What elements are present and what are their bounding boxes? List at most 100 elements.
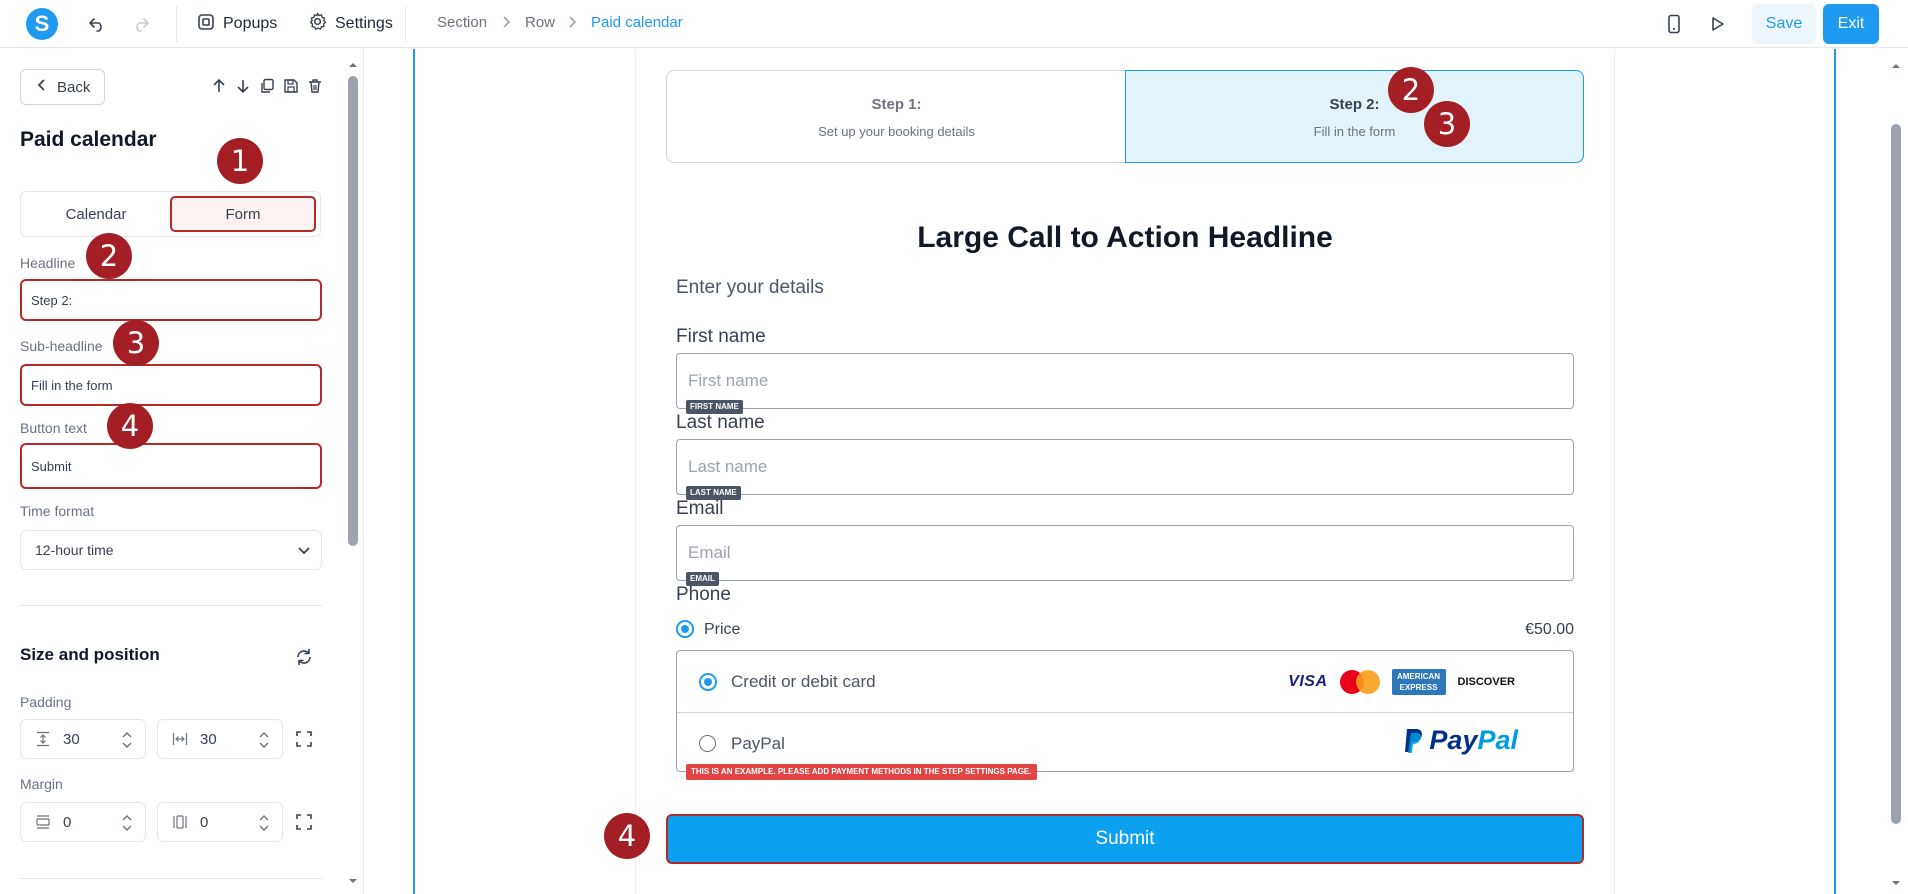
padding-horizontal-value: 30 xyxy=(200,730,217,748)
stepper-icon[interactable] xyxy=(121,730,133,754)
submit-button[interactable]: Submit xyxy=(666,814,1584,864)
annotation-marker-4: 4 xyxy=(604,813,650,859)
margin-horizontal-input[interactable]: 0 xyxy=(157,802,283,842)
margin-vertical-icon xyxy=(33,812,53,832)
column-border-right xyxy=(1614,49,1615,894)
margin-vertical-value: 0 xyxy=(63,813,72,831)
row-border-left xyxy=(413,49,415,894)
stepper-icon[interactable] xyxy=(121,813,133,837)
popup-icon xyxy=(197,13,215,36)
row-border-right xyxy=(1834,49,1836,894)
payment-card-option[interactable]: Credit or debit card VISA AMERICAN EXPRES… xyxy=(677,651,1573,712)
app-logo[interactable]: S xyxy=(26,8,58,40)
back-button[interactable]: Back xyxy=(20,69,105,105)
stepper-icon[interactable] xyxy=(258,730,270,754)
save-button[interactable]: Save xyxy=(1752,4,1816,44)
reset-icon[interactable] xyxy=(294,647,316,669)
expand-padding-icon[interactable] xyxy=(294,729,316,751)
canvas-scrollbar[interactable] xyxy=(1891,124,1901,824)
phone-label: Phone xyxy=(676,584,731,605)
margin-horizontal-value: 0 xyxy=(200,813,209,831)
chevron-right-icon xyxy=(502,14,514,34)
save-block-icon[interactable] xyxy=(282,77,300,95)
headline-input[interactable]: Step 2: xyxy=(20,279,322,321)
annotation-marker-4: 4 xyxy=(107,403,153,449)
mode-tabs: Calendar Form xyxy=(20,191,321,237)
card-radio[interactable] xyxy=(699,673,717,691)
time-format-label: Time format xyxy=(20,503,95,519)
annotation-marker-1: 1 xyxy=(217,138,263,184)
padding-vertical-value: 30 xyxy=(63,730,80,748)
mobile-preview-icon[interactable] xyxy=(1662,12,1686,36)
move-up-icon[interactable] xyxy=(210,77,228,95)
panel-title: Paid calendar xyxy=(20,128,157,151)
price-value: €50.00 xyxy=(1525,621,1574,638)
padding-vertical-input[interactable]: 30 xyxy=(20,719,146,759)
email-input[interactable]: Email xyxy=(676,525,1574,581)
move-down-icon[interactable] xyxy=(234,77,252,95)
panel-scrollbar[interactable] xyxy=(348,76,358,546)
column-border-left xyxy=(635,49,636,894)
breadcrumb-current: Paid calendar xyxy=(591,14,683,31)
popups-label: Popups xyxy=(223,15,278,32)
play-preview-icon[interactable] xyxy=(1705,12,1729,36)
time-format-value: 12-hour time xyxy=(35,542,114,558)
exit-button[interactable]: Exit xyxy=(1823,4,1879,44)
step-1[interactable]: Step 1: Set up your booking details xyxy=(667,71,1126,162)
padding-horizontal-input[interactable]: 30 xyxy=(157,719,283,759)
paypal-option-label: PayPal xyxy=(731,734,785,753)
time-format-select[interactable]: 12-hour time xyxy=(20,530,322,570)
margin-label: Margin xyxy=(20,776,63,792)
mastercard-logo xyxy=(1339,670,1380,694)
undo-icon[interactable] xyxy=(85,12,109,36)
first-name-label: First name xyxy=(676,326,766,347)
annotation-marker-2: 2 xyxy=(1388,67,1434,113)
paypal-radio[interactable] xyxy=(699,735,716,752)
last-name-label: Last name xyxy=(676,412,765,433)
price-label: Price xyxy=(704,621,741,638)
breadcrumb-row[interactable]: Row xyxy=(525,14,555,31)
price-radio[interactable] xyxy=(676,620,694,638)
form-intro: Enter your details xyxy=(676,277,824,298)
first-name-input[interactable]: First name xyxy=(676,353,1574,409)
button-text-input[interactable]: Submit xyxy=(20,443,322,489)
toolbar-divider xyxy=(405,6,406,42)
last-name-input[interactable]: Last name xyxy=(676,439,1574,495)
paypal-logo: Pay Pal xyxy=(1403,725,1518,756)
canvas-scroll-up-icon[interactable] xyxy=(1890,58,1902,68)
duplicate-icon[interactable] xyxy=(258,77,276,95)
expand-margin-icon[interactable] xyxy=(294,812,316,834)
chevron-right-icon xyxy=(568,14,580,34)
settings-label: Settings xyxy=(335,15,393,32)
gear-icon xyxy=(308,12,327,36)
divider xyxy=(20,878,322,879)
popups-button[interactable]: Popups xyxy=(197,12,277,36)
canvas-scroll-down-icon[interactable] xyxy=(1890,875,1902,885)
vertical-spacing-icon xyxy=(33,729,53,749)
redo-icon[interactable] xyxy=(129,12,153,36)
price-row[interactable]: Price €50.00 xyxy=(676,620,1574,642)
step-2-title: Step 2: xyxy=(1329,96,1380,113)
margin-vertical-input[interactable]: 0 xyxy=(20,802,146,842)
subheadline-input[interactable]: Fill in the form xyxy=(20,364,322,406)
tab-form[interactable]: Form xyxy=(170,196,316,232)
annotation-marker-2: 2 xyxy=(86,233,132,279)
settings-button[interactable]: Settings xyxy=(308,12,393,36)
scroll-down-icon[interactable] xyxy=(347,873,359,883)
step-1-title: Step 1: xyxy=(871,96,922,113)
element-actions xyxy=(210,77,324,95)
payment-warning-badge: THIS IS AN EXAMPLE. PLEASE ADD PAYMENT M… xyxy=(686,764,1037,780)
button-text-label: Button text xyxy=(20,420,87,436)
annotation-marker-3: 3 xyxy=(1424,101,1470,147)
trash-icon[interactable] xyxy=(306,77,324,95)
scroll-up-icon[interactable] xyxy=(347,57,359,67)
stepper-icon[interactable] xyxy=(258,813,270,837)
headline-label: Headline xyxy=(20,255,76,271)
breadcrumb-section[interactable]: Section xyxy=(437,14,487,31)
card-option-label: Credit or debit card xyxy=(731,672,876,691)
tab-calendar[interactable]: Calendar xyxy=(25,196,167,232)
step-2[interactable]: Step 2: Fill in the form xyxy=(1125,70,1584,163)
form-headline: Large Call to Action Headline xyxy=(917,221,1333,254)
payment-methods: Credit or debit card VISA AMERICAN EXPRES… xyxy=(676,650,1574,772)
chevron-left-icon xyxy=(37,78,47,96)
